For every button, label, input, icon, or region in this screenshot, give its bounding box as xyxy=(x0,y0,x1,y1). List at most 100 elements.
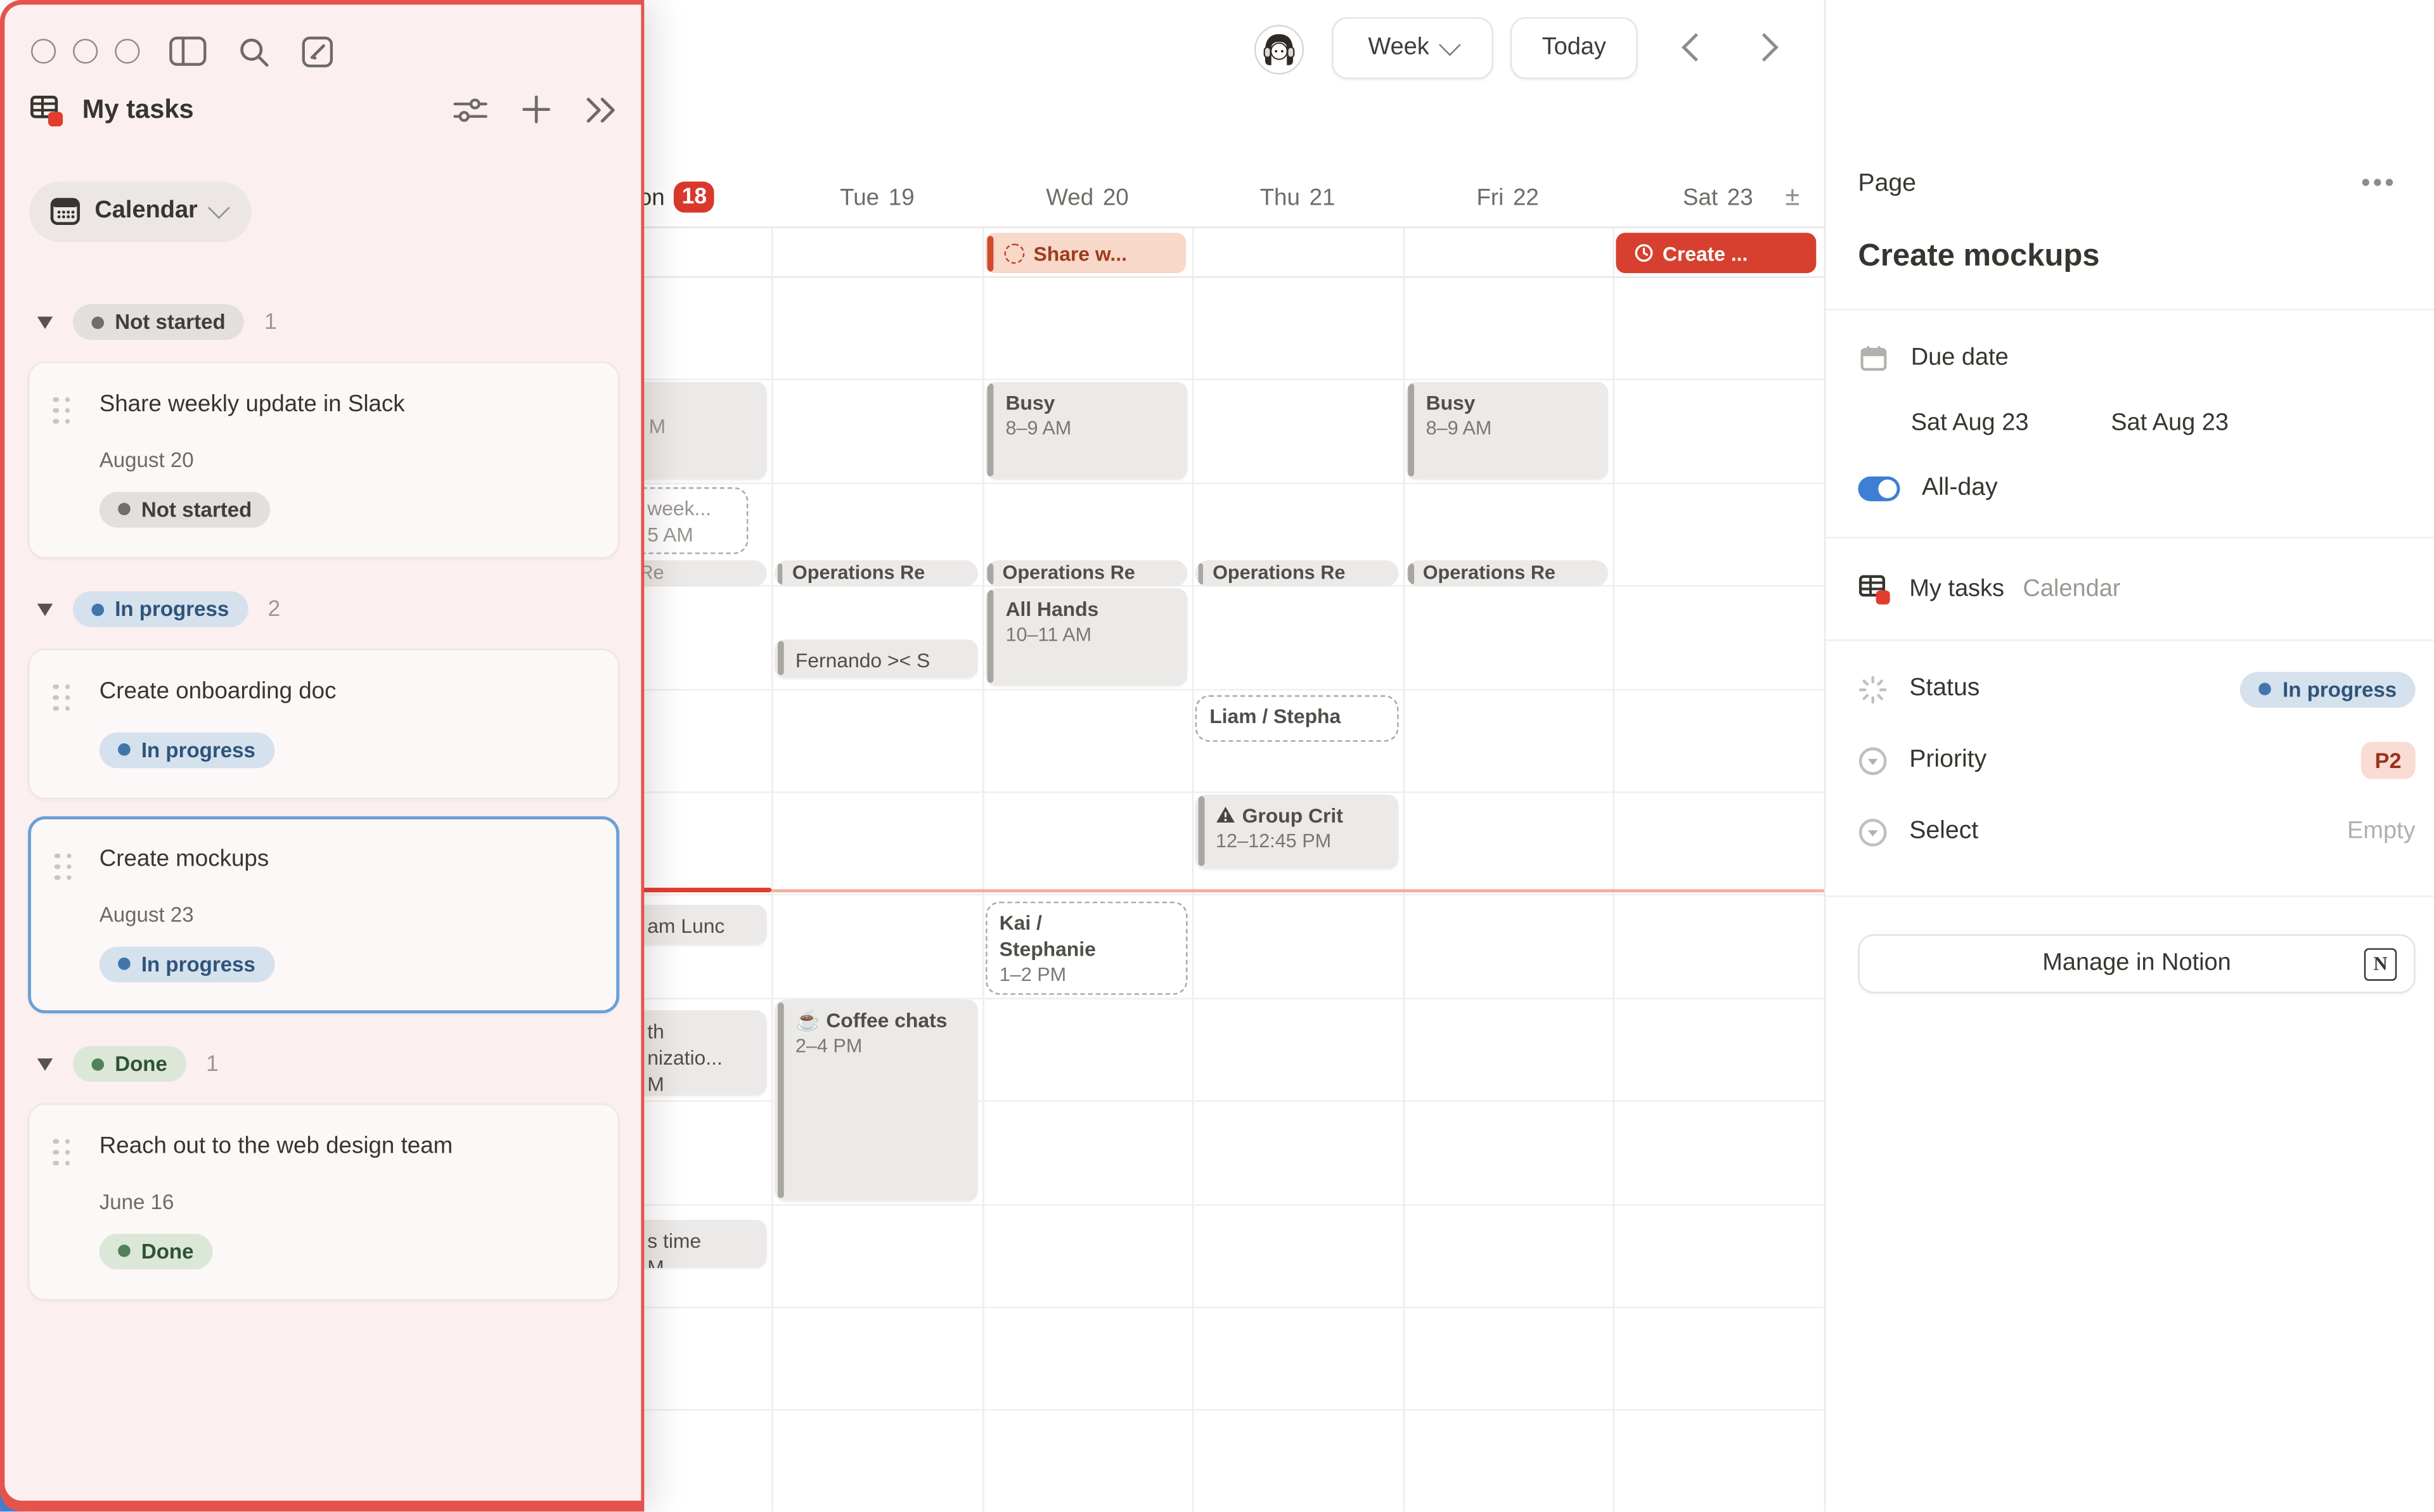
my-tasks-database-icon xyxy=(30,93,64,127)
task-date: August 20 xyxy=(100,448,593,471)
priority-pill[interactable]: P2 xyxy=(2361,742,2416,779)
group-count: 1 xyxy=(264,310,277,335)
task-card[interactable]: Create mockupsAugust 23In progress xyxy=(28,816,619,1013)
tasks-sidebar: My tasks Calendar xyxy=(4,4,641,1501)
drag-handle-icon[interactable] xyxy=(55,853,72,880)
task-title: Create mockups xyxy=(100,843,593,875)
toggle-sidebar-icon[interactable] xyxy=(169,35,207,67)
group-header-done[interactable]: Done1 xyxy=(37,1042,619,1086)
status-label: Not started xyxy=(141,497,252,521)
group-header-not-started[interactable]: Not started 1 xyxy=(37,300,619,344)
disclosure-triangle-icon[interactable] xyxy=(37,1058,53,1070)
view-selector-dropdown[interactable]: Calendar xyxy=(30,181,252,241)
day-header-fri[interactable]: Fri22 xyxy=(1403,174,1613,220)
today-button[interactable]: Today xyxy=(1510,17,1638,79)
circle-caret-icon xyxy=(1858,746,1888,776)
window-close-button[interactable] xyxy=(31,38,56,63)
calendar-event[interactable]: Operations Re xyxy=(1195,560,1398,587)
status-label: In progress xyxy=(115,598,229,621)
calendar-event[interactable]: Kai /Stephanie1–2 PM xyxy=(986,902,1188,994)
expand-all-day-icon[interactable]: ± xyxy=(1785,182,1800,213)
event-text-line: s time xyxy=(647,1227,758,1253)
day-label: Fri xyxy=(1476,184,1504,210)
task-card[interactable]: Reach out to the web design teamJune 16D… xyxy=(28,1103,619,1300)
all-day-toggle[interactable] xyxy=(1858,477,1900,501)
compose-icon[interactable] xyxy=(301,35,333,67)
calendar-event[interactable]: Busy8–9 AM xyxy=(986,381,1188,479)
status-label: Not started xyxy=(115,311,226,334)
group-status-pill[interactable]: In progress xyxy=(73,591,248,627)
collapse-panel-icon[interactable] xyxy=(585,96,619,124)
day-header-wed[interactable]: Wed20 xyxy=(982,174,1193,220)
all-day-event[interactable]: Share w... xyxy=(986,233,1187,273)
window-minimize-button[interactable] xyxy=(73,38,98,63)
add-task-icon[interactable] xyxy=(522,94,551,124)
task-card[interactable]: Create onboarding docIn progress xyxy=(28,648,619,798)
event-detail-panel: Page ••• Create mockups Due date Sat Aug… xyxy=(1824,0,2434,1511)
more-options-icon[interactable]: ••• xyxy=(2361,170,2397,198)
calendar-event[interactable]: Liam / Stepha xyxy=(1195,696,1398,742)
all-day-event[interactable]: Create ... xyxy=(1616,233,1817,273)
event-text-line: M xyxy=(649,413,758,439)
window-controls xyxy=(31,38,139,63)
hour-line xyxy=(562,1307,1824,1308)
calendar-event[interactable]: Group Crit12–12:45 PM xyxy=(1195,794,1398,869)
hour-line xyxy=(562,688,1824,689)
task-status-pill[interactable]: In progress xyxy=(100,946,274,982)
task-status-pill[interactable]: Not started xyxy=(100,491,271,527)
due-date-end[interactable]: Sat Aug 23 xyxy=(2111,410,2229,438)
calendar-event[interactable]: ☕ Coffee chats2–4 PM xyxy=(775,1000,977,1201)
task-title: Reach out to the web design team xyxy=(100,1131,593,1162)
status-dot-icon xyxy=(118,958,131,970)
day-header-thu[interactable]: Thu21 xyxy=(1192,174,1403,220)
calendar-event[interactable]: All Hands10–11 AM xyxy=(986,587,1188,685)
day-label: Thu xyxy=(1260,184,1300,210)
source-calendar-row[interactable]: My tasks Calendar xyxy=(1858,573,2415,605)
disclosure-triangle-icon[interactable] xyxy=(37,603,53,615)
calendar-event[interactable]: Busy8–9 AM xyxy=(1406,381,1608,479)
group-status-pill[interactable]: Not started xyxy=(73,304,244,340)
event-text-line: am Lunc xyxy=(647,912,758,939)
filter-icon[interactable] xyxy=(453,96,487,124)
disclosure-triangle-icon[interactable] xyxy=(37,316,53,328)
due-date-start[interactable]: Sat Aug 23 xyxy=(1911,410,2029,438)
window-zoom-button[interactable] xyxy=(115,38,139,63)
calendar-event[interactable]: Operations Re xyxy=(775,560,977,587)
group-status-pill[interactable]: Done xyxy=(73,1046,186,1082)
event-text-line: Stephanie xyxy=(1000,936,1174,963)
avatar[interactable] xyxy=(1254,25,1304,74)
day-number: 23 xyxy=(1727,184,1753,210)
next-week-icon[interactable] xyxy=(1750,33,1779,61)
property-label: Status xyxy=(1909,675,2218,703)
hour-line xyxy=(562,482,1824,484)
hour-line xyxy=(562,380,1824,381)
event-text-line: Liam / Stepha xyxy=(1209,703,1384,730)
property-row-select[interactable]: SelectEmpty xyxy=(1858,809,2415,855)
task-status-pill[interactable]: Done xyxy=(100,1233,212,1269)
property-status-pill[interactable]: In progress xyxy=(2241,671,2416,707)
group-header-in-progress[interactable]: In progress2 xyxy=(37,587,619,631)
calendar-event[interactable]: Operations Re xyxy=(986,560,1188,587)
drag-handle-icon[interactable] xyxy=(53,684,70,711)
property-row-status[interactable]: Status In progress xyxy=(1858,666,2415,712)
day-header-tue[interactable]: Tue19 xyxy=(772,174,982,220)
status-label: In progress xyxy=(141,738,255,761)
event-title[interactable]: Create mockups xyxy=(1858,239,2415,274)
status-dot-icon xyxy=(2259,683,2272,696)
calendar-event[interactable]: Operations Re xyxy=(1406,560,1608,587)
event-text-line: nizatio... xyxy=(647,1044,758,1071)
task-status-icon xyxy=(1004,243,1024,263)
search-icon[interactable] xyxy=(238,35,270,67)
notion-logo-icon: N xyxy=(2364,948,2397,980)
task-card[interactable]: Share weekly update in SlackAugust 20Not… xyxy=(28,361,619,558)
calendar-event[interactable]: Fernando >< S xyxy=(775,639,977,678)
chevron-down-icon xyxy=(1438,34,1460,56)
drag-handle-icon[interactable] xyxy=(53,1138,70,1165)
manage-in-notion-button[interactable]: Manage in Notion N xyxy=(1858,934,2415,993)
property-row-priority[interactable]: PriorityP2 xyxy=(1858,737,2415,783)
property-empty-value[interactable]: Empty xyxy=(2347,818,2416,846)
drag-handle-icon[interactable] xyxy=(53,397,70,424)
task-status-pill[interactable]: In progress xyxy=(100,732,274,767)
prev-week-icon[interactable] xyxy=(1682,33,1710,61)
view-switcher-button[interactable]: Week xyxy=(1332,17,1493,79)
